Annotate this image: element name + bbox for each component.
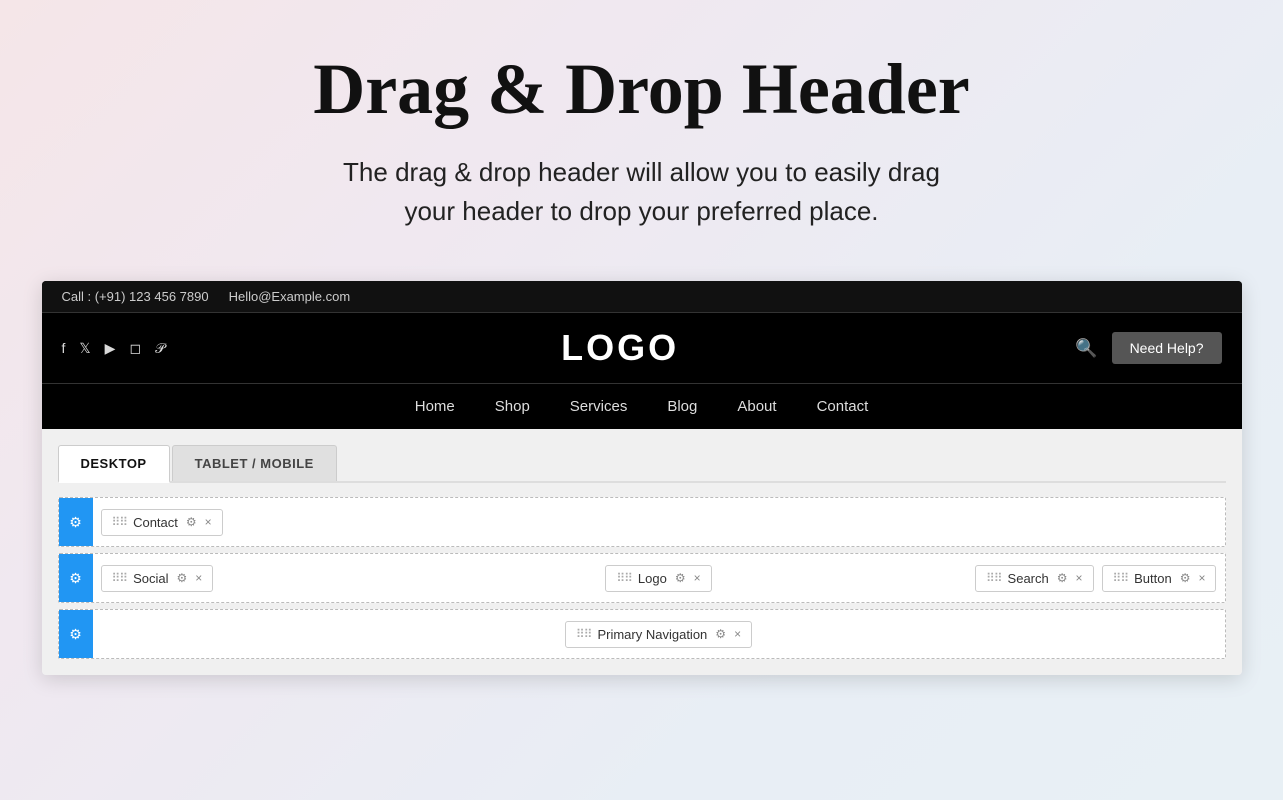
search-settings-icon[interactable]: ⚙ (1057, 571, 1068, 585)
header-preview: Call : (+91) 123 456 7890 Hello@Example.… (42, 281, 1242, 429)
primary-nav-settings-icon[interactable]: ⚙ (715, 627, 726, 641)
social-settings-icon[interactable]: ⚙ (177, 571, 188, 585)
button-drag-handle: ⠿⠿ (1113, 571, 1129, 585)
search-drag-handle: ⠿⠿ (986, 571, 1002, 585)
need-help-button[interactable]: Need Help? (1112, 332, 1222, 364)
header-top-bar: Call : (+91) 123 456 7890 Hello@Example.… (42, 281, 1242, 313)
hero-title: Drag & Drop Header (212, 50, 1072, 129)
header-search-icon[interactable]: 🔍 (1075, 338, 1097, 359)
button-settings-icon[interactable]: ⚙ (1180, 571, 1191, 585)
row3-settings-button[interactable]: ⚙ (59, 610, 93, 658)
header-logo: LOGO (165, 327, 1075, 369)
editor-rows: ⚙ ⠿⠿ Contact ⚙ × ⚙ ⠿⠿ Social (58, 497, 1226, 659)
row3-center-col: ⠿⠿ Primary Navigation ⚙ × (470, 615, 847, 654)
row2-right-col: ⠿⠿ Search ⚙ × ⠿⠿ Button ⚙ × (847, 559, 1224, 598)
search-chip-label: Search (1008, 571, 1049, 586)
row3-right-col (847, 628, 1224, 640)
pinterest-icon[interactable]: 𝒫 (155, 340, 165, 357)
contact-settings-icon[interactable]: ⚙ (186, 515, 197, 529)
youtube-icon[interactable]: ▶ (105, 340, 116, 357)
hero-description: The drag & drop header will allow you to… (212, 153, 1072, 231)
row2-settings-button[interactable]: ⚙ (59, 554, 93, 602)
search-chip[interactable]: ⠿⠿ Search ⚙ × (975, 565, 1094, 592)
tab-desktop[interactable]: DESKTOP (58, 445, 170, 483)
nav-blog[interactable]: Blog (667, 398, 697, 415)
row2-center-col: ⠿⠿ Logo ⚙ × (470, 559, 847, 598)
button-close-icon[interactable]: × (1198, 571, 1205, 585)
button-chip[interactable]: ⠿⠿ Button ⚙ × (1102, 565, 1217, 592)
editor-tabs: DESKTOP TABLET / MOBILE (58, 445, 1226, 483)
contact-drag-handle: ⠿⠿ (112, 515, 128, 529)
twitter-icon[interactable]: 𝕏 (79, 340, 90, 357)
contact-chip[interactable]: ⠿⠿ Contact ⚙ × (101, 509, 223, 536)
nav-shop[interactable]: Shop (495, 398, 530, 415)
logo-chip-label: Logo (638, 571, 667, 586)
editor-row-3: ⚙ ⠿⠿ Primary Navigation ⚙ × (58, 609, 1226, 659)
logo-chip[interactable]: ⠿⠿ Logo ⚙ × (605, 565, 711, 592)
social-chip[interactable]: ⠿⠿ Social ⚙ × (101, 565, 214, 592)
row3-left-col (93, 628, 470, 640)
header-main-row: f 𝕏 ▶ ◻ 𝒫 LOGO 🔍 Need Help? (42, 313, 1242, 383)
instagram-icon[interactable]: ◻ (129, 340, 141, 357)
nav-about[interactable]: About (737, 398, 776, 415)
header-phone: Call : (+91) 123 456 7890 (62, 289, 209, 304)
facebook-icon[interactable]: f (62, 340, 66, 356)
editor-row-1: ⚙ ⠿⠿ Contact ⚙ × (58, 497, 1226, 547)
social-icons-group: f 𝕏 ▶ ◻ 𝒫 (62, 340, 166, 357)
nav-services[interactable]: Services (570, 398, 628, 415)
hero-section: Drag & Drop Header The drag & drop heade… (192, 0, 1092, 261)
nav-contact[interactable]: Contact (817, 398, 869, 415)
editor-section: DESKTOP TABLET / MOBILE ⚙ ⠿⠿ Contact ⚙ × (42, 429, 1242, 675)
header-actions: 🔍 Need Help? (1075, 332, 1221, 364)
row1-settings-button[interactable]: ⚙ (59, 498, 93, 546)
social-close-icon[interactable]: × (195, 571, 202, 585)
row1-content: ⠿⠿ Contact ⚙ × (93, 503, 1225, 542)
social-drag-handle: ⠿⠿ (112, 571, 128, 585)
editor-row-2: ⚙ ⠿⠿ Social ⚙ × ⠿⠿ Logo ⚙ × (58, 553, 1226, 603)
preview-container: Call : (+91) 123 456 7890 Hello@Example.… (42, 281, 1242, 675)
button-chip-label: Button (1134, 571, 1172, 586)
header-email: Hello@Example.com (229, 289, 351, 304)
row2-left-col: ⠿⠿ Social ⚙ × (93, 559, 470, 598)
logo-settings-icon[interactable]: ⚙ (675, 571, 686, 585)
primary-nav-chip-label: Primary Navigation (597, 627, 707, 642)
logo-close-icon[interactable]: × (694, 571, 701, 585)
social-chip-label: Social (133, 571, 168, 586)
primary-nav-close-icon[interactable]: × (734, 627, 741, 641)
primary-navigation-chip[interactable]: ⠿⠿ Primary Navigation ⚙ × (565, 621, 752, 648)
search-close-icon[interactable]: × (1076, 571, 1083, 585)
contact-close-icon[interactable]: × (205, 515, 212, 529)
nav-home[interactable]: Home (415, 398, 455, 415)
header-nav: Home Shop Services Blog About Contact (42, 383, 1242, 429)
primary-nav-drag-handle: ⠿⠿ (576, 627, 592, 641)
contact-chip-label: Contact (133, 515, 178, 530)
tab-tablet-mobile[interactable]: TABLET / MOBILE (172, 445, 337, 481)
logo-drag-handle: ⠿⠿ (616, 571, 632, 585)
